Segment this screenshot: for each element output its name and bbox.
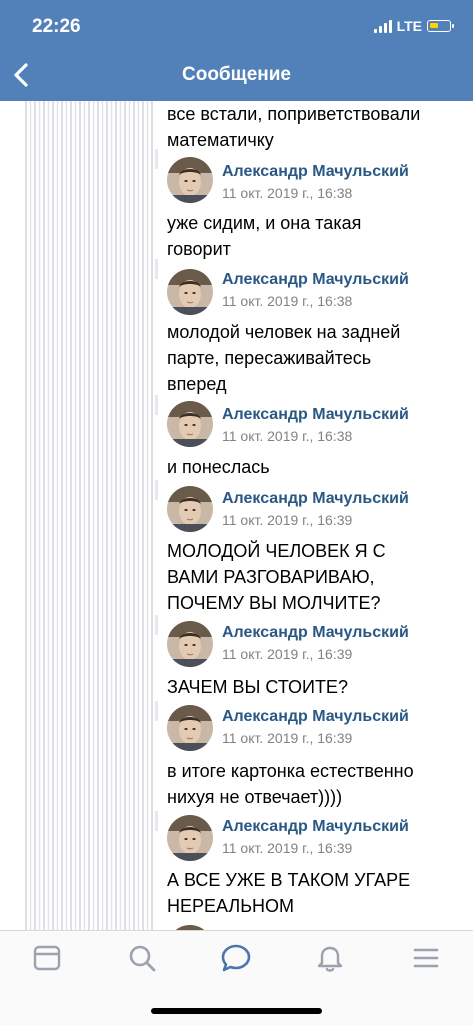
message-text: все встали, поприветствовали математичку (167, 104, 421, 150)
avatar-image (167, 401, 213, 447)
message-date: 11 окт. 2019 г., 16:39 (222, 646, 353, 662)
quote-line (155, 149, 158, 169)
messages-icon[interactable] (219, 941, 253, 975)
avatar-image (167, 705, 213, 751)
quote-line (155, 259, 158, 279)
avatar[interactable] (167, 815, 213, 861)
author-name[interactable]: Александр Мачульский (222, 406, 409, 424)
message-date: 11 окт. 2019 г., 16:38 (222, 293, 353, 309)
author-name[interactable]: Александр Мачульский (222, 624, 409, 642)
avatar[interactable] (167, 705, 213, 751)
search-icon[interactable] (125, 941, 159, 975)
avatar-image (167, 486, 213, 532)
message-thread[interactable]: все встали, поприветствовали математичку… (155, 101, 473, 930)
message-text: в итоге картонка естественно нихуя не от… (167, 761, 414, 807)
quote-line (155, 701, 158, 721)
header-bar: 22:26 LTE Сообщение (0, 0, 473, 101)
author-name[interactable]: Александр Мачульский (222, 490, 409, 508)
quote-line (155, 480, 158, 500)
avatar-image (167, 157, 213, 203)
quote-line (155, 615, 158, 635)
message-text: А ВСЕ УЖЕ В ТАКОМ УГАРЕ НЕРЕАЛЬНОМ (167, 870, 411, 916)
author-name[interactable]: Александр Мачульский (222, 163, 409, 181)
author-name[interactable]: Александр Мачульский (222, 708, 409, 726)
avatar-image (167, 815, 213, 861)
message-date: 11 окт. 2019 г., 16:38 (222, 185, 353, 201)
message-text: уже сидим, и она такая говорит (167, 213, 362, 259)
message-text: ЗАЧЕМ ВЫ СТОИТЕ? (167, 677, 348, 697)
message-date: 11 окт. 2019 г., 16:38 (222, 428, 353, 444)
quote-line (155, 395, 158, 415)
avatar[interactable] (167, 401, 213, 447)
avatar[interactable] (167, 157, 213, 203)
message-date: 11 окт. 2019 г., 16:39 (222, 840, 353, 856)
battery-icon (427, 20, 454, 32)
author-name[interactable]: Александр Мачульский (222, 818, 409, 836)
avatar-image (167, 621, 213, 667)
notifications-icon[interactable] (313, 941, 347, 975)
message-text: молодой человек на задней парте, пересаж… (167, 322, 401, 394)
message-text: МОЛОДОЙ ЧЕЛОВЕК Я С ВАМИ РАЗГОВАРИВАЮ, П… (167, 541, 386, 613)
signal-icon (373, 19, 392, 33)
avatar[interactable] (167, 269, 213, 315)
avatar-image (167, 269, 213, 315)
status-time: 22:26 (32, 16, 81, 37)
page-title: Сообщение (182, 64, 291, 85)
menu-icon[interactable] (409, 941, 443, 975)
author-name[interactable]: Александр Мачульский (222, 271, 409, 289)
status-indicators: LTE (373, 18, 454, 34)
message-date: 11 окт. 2019 г., 16:39 (222, 730, 353, 746)
news-icon[interactable] (30, 941, 64, 975)
message-text: и понеслась (167, 457, 270, 477)
avatar[interactable] (167, 486, 213, 532)
message-date: 11 окт. 2019 г., 16:39 (222, 512, 353, 528)
avatar[interactable] (167, 621, 213, 667)
forward-nesting-lines (25, 101, 153, 930)
quote-line (155, 811, 158, 831)
network-type: LTE (396, 18, 422, 34)
home-indicator (151, 1008, 322, 1014)
